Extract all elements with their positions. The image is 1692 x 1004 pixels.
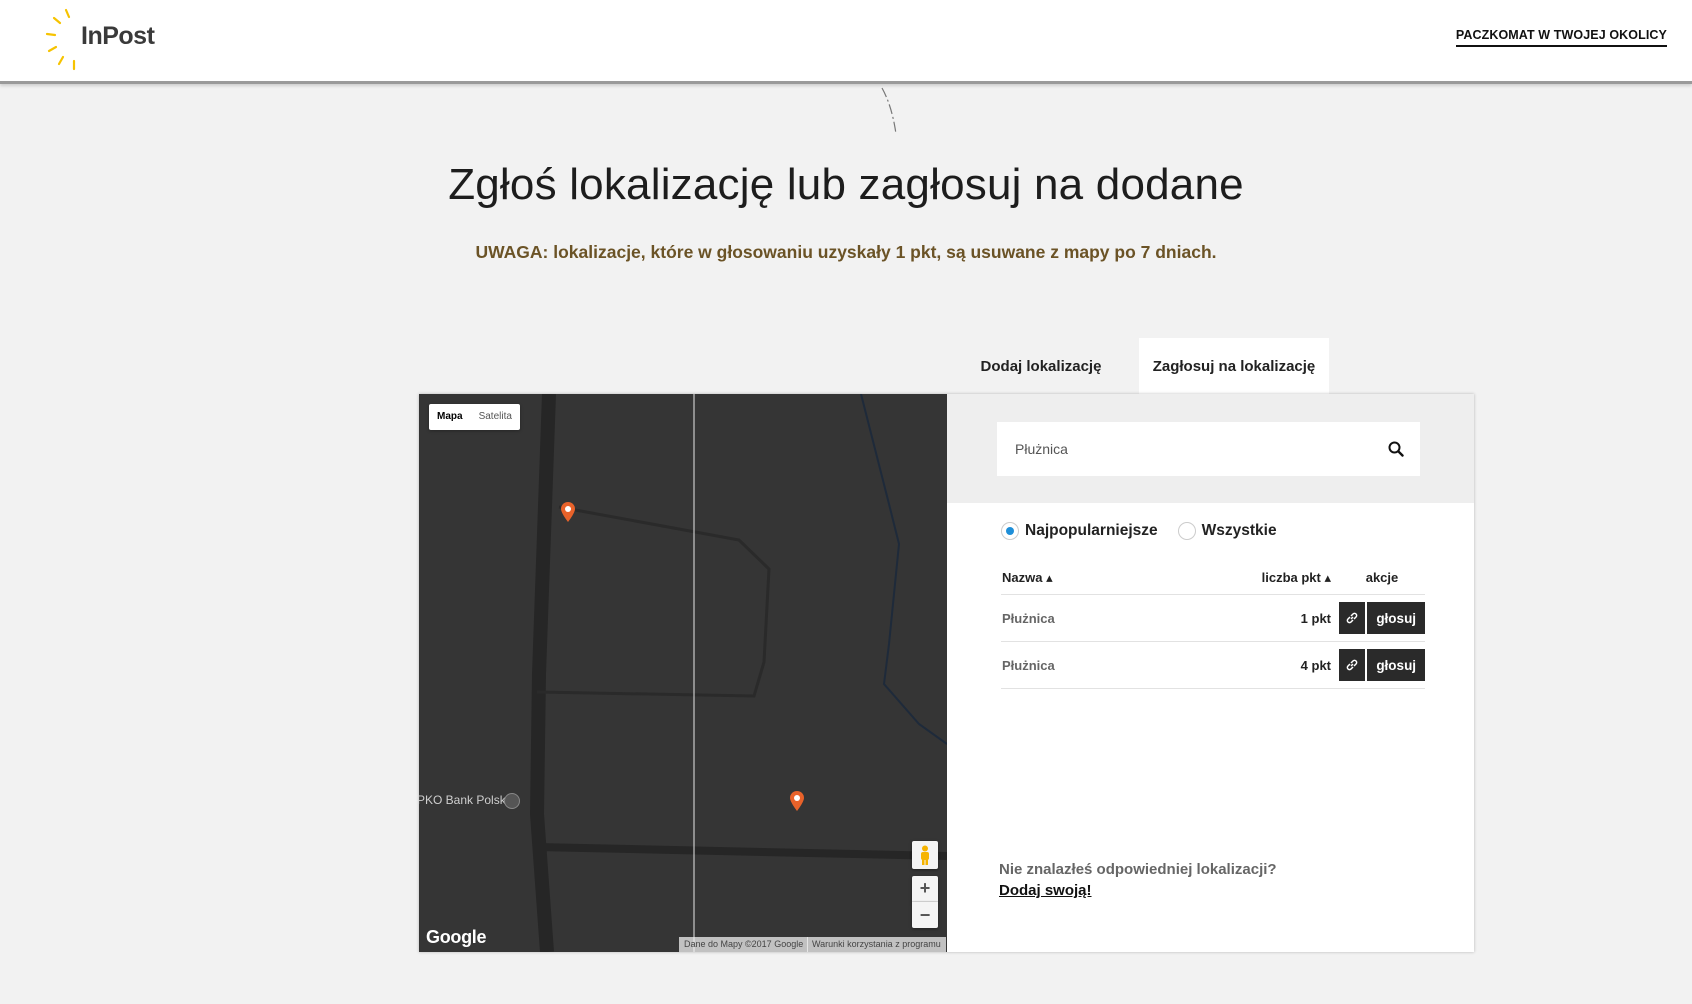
search-box bbox=[997, 422, 1420, 476]
add-own-link[interactable]: Dodaj swoją! bbox=[999, 882, 1092, 899]
location-points: 1 pkt bbox=[1300, 610, 1331, 626]
search-area bbox=[947, 394, 1474, 503]
notice-text: UWAGA: lokalizacje, które w głosowaniu u… bbox=[475, 242, 1217, 262]
decorative-curve bbox=[881, 87, 897, 135]
filter-popular-label: Najpopularniejsze bbox=[1025, 522, 1158, 539]
brand-name: InPost bbox=[81, 22, 155, 50]
vote-button[interactable]: głosuj bbox=[1367, 602, 1425, 634]
not-found-text: Nie znalazłeś odpowiedniej lokalizacji? bbox=[999, 861, 1277, 878]
locations-table: Nazwa ▴ liczba pkt ▴ akcje Płużnica 1 pk… bbox=[1001, 561, 1425, 689]
google-logo: Google bbox=[426, 927, 487, 947]
map-type-toggle: Mapa Satelita bbox=[429, 404, 520, 430]
filter-group: Najpopularniejsze Wszystkie bbox=[1001, 522, 1297, 540]
row-actions: głosuj bbox=[1339, 602, 1425, 634]
map-attribution: Dane do Mapy ©2017 Google bbox=[679, 937, 809, 952]
map-type-satellite[interactable]: Satelita bbox=[471, 404, 520, 430]
site-header: InPost PACZKOMAT W TWOJEJ OKOLICY bbox=[0, 0, 1692, 84]
zoom-out-button[interactable]: − bbox=[912, 902, 938, 928]
main-panel: Mapa Satelita PKO Bank Polski + − Google… bbox=[419, 394, 1474, 952]
search-icon[interactable] bbox=[1372, 422, 1420, 476]
sort-by-points[interactable]: liczba pkt ▴ bbox=[1241, 570, 1339, 586]
filter-popular[interactable]: Najpopularniejsze bbox=[1001, 522, 1158, 540]
filter-all[interactable]: Wszystkie bbox=[1177, 522, 1277, 540]
tab-add-location[interactable]: Dodaj lokalizację bbox=[966, 338, 1116, 394]
location-name: Płużnica bbox=[1002, 657, 1055, 673]
table-row: Płużnica 4 pkt głosuj bbox=[1001, 642, 1425, 689]
map-roads bbox=[529, 394, 947, 952]
location-name: Płużnica bbox=[1002, 610, 1055, 626]
link-icon[interactable] bbox=[1339, 602, 1366, 634]
radio-popular[interactable] bbox=[1001, 522, 1019, 540]
location-points: 4 pkt bbox=[1300, 657, 1331, 673]
tab-vote-location[interactable]: Zagłosuj na lokalizację bbox=[1139, 338, 1329, 394]
map-terms-link[interactable]: Warunki korzystania z programu bbox=[807, 937, 946, 952]
vote-button[interactable]: głosuj bbox=[1367, 649, 1425, 681]
street-view-pegman-icon[interactable] bbox=[912, 841, 938, 869]
page-title: Zgłoś lokalizację lub zagłosuj na dodane bbox=[448, 160, 1244, 209]
radio-all[interactable] bbox=[1177, 522, 1196, 540]
nav-paczkomat-nearby[interactable]: PACZKOMAT W TWOJEJ OKOLICY bbox=[1455, 28, 1667, 47]
table-row: Płużnica 1 pkt głosuj bbox=[1001, 595, 1425, 642]
bank-icon bbox=[504, 793, 520, 809]
location-pin-icon[interactable] bbox=[788, 790, 806, 812]
map-view[interactable]: Mapa Satelita PKO Bank Polski + − Google… bbox=[419, 394, 947, 952]
zoom-in-button[interactable]: + bbox=[912, 876, 938, 902]
filter-all-label: Wszystkie bbox=[1201, 522, 1277, 539]
actions-header: akcje bbox=[1365, 570, 1399, 585]
table-header: Nazwa ▴ liczba pkt ▴ akcje bbox=[1001, 561, 1425, 595]
link-icon[interactable] bbox=[1339, 649, 1366, 681]
sort-by-name[interactable]: Nazwa ▴ bbox=[1001, 570, 1241, 586]
location-pin-icon[interactable] bbox=[559, 501, 577, 523]
poi-bank-label: PKO Bank Polski bbox=[419, 793, 509, 807]
map-type-map[interactable]: Mapa bbox=[429, 404, 471, 430]
row-actions: głosuj bbox=[1339, 649, 1425, 681]
search-input[interactable] bbox=[997, 422, 1372, 476]
